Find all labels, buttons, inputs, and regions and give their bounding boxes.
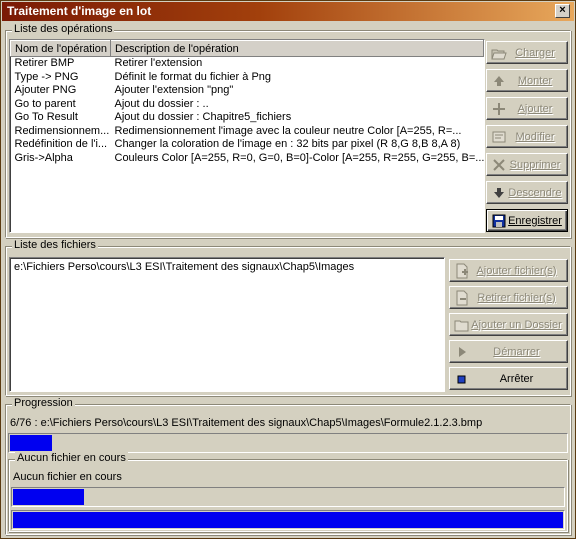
operations-header-row: Nom de l'opération Description de l'opér… [10, 40, 484, 57]
load-button[interactable]: Charger [486, 41, 568, 64]
stop-icon [454, 371, 470, 387]
operation-name-cell: Go to parent [14, 97, 76, 110]
operation-row[interactable]: Type -> PNG Définit le format du fichier … [11, 71, 484, 85]
operation-name-cell: Retirer BMP [14, 57, 75, 69]
close-icon: × [559, 4, 566, 16]
modify-button-label: Modifier [515, 130, 555, 143]
load-button-label: Charger [515, 46, 555, 59]
add-files-button-label: Ajouter fichier(s) [476, 264, 557, 277]
file-list-item[interactable]: e:\Fichiers Perso\cours\L3 ESI\Traitemen… [14, 261, 440, 273]
operation-description-cell: Ajouter l'extension "png" [114, 84, 234, 96]
overall-progress-bar [8, 433, 568, 453]
operation-row[interactable]: Retirer BMP Retirer l'extension [11, 57, 484, 71]
arrow-up-icon [491, 73, 507, 89]
operations-table: Nom de l'opération Description de l'opér… [10, 40, 484, 165]
delete-x-icon [491, 157, 507, 173]
operation-description-cell: Couleurs Color [A=255, R=0, G=0, B=0]-Co… [114, 151, 484, 164]
operation-row[interactable]: Redimensionnem... Redimensionnement l'ima… [11, 125, 484, 139]
operation-row[interactable]: Redéfinition de l'i... Changer la colorat… [11, 138, 484, 152]
title-bar[interactable]: Traitement d'image en lot × [2, 2, 574, 21]
delete-button-label: Supprimer [509, 158, 561, 171]
operation-description-cell: Changer la coloration de l'image en : 32… [114, 138, 461, 150]
move-up-button[interactable]: Monter [486, 69, 568, 92]
open-folder-icon [491, 45, 507, 61]
remove-files-button[interactable]: Retirer fichier(s) [449, 286, 568, 309]
edit-properties-icon [491, 129, 507, 145]
operation-row[interactable]: Go to parent Ajout du dossier : .. [11, 98, 484, 112]
save-button[interactable]: Enregistrer [486, 209, 568, 232]
current-file-status: Aucun fichier en cours [13, 471, 122, 483]
progress-group: Progression 6/76 : e:\Fichiers Perso\cou… [5, 397, 571, 535]
files-list[interactable]: e:\Fichiers Perso\cours\L3 ESI\Traitemen… [9, 257, 445, 392]
operation-name-cell: Go To Result [14, 111, 78, 123]
move-down-button[interactable]: Descendre [486, 181, 568, 204]
progress-status-text: 6/76 : e:\Fichiers Perso\cours\L3 ESI\Tr… [10, 417, 483, 429]
overall-progress-fill [10, 435, 53, 451]
add-files-button[interactable]: Ajouter fichier(s) [449, 259, 568, 282]
operation-description-cell: Redimensionnement l'image avec la couleu… [114, 124, 462, 137]
add-button[interactable]: Ajouter [486, 97, 568, 120]
current-file-group: Aucun fichier en cours Aucun fichier en … [8, 452, 568, 532]
step-progress-fill [13, 512, 563, 528]
stop-button[interactable]: Arrêter [449, 367, 568, 390]
add-folder-button[interactable]: Ajouter un Dossier [449, 313, 568, 336]
operations-list[interactable]: Nom de l'opération Description de l'opér… [9, 39, 485, 233]
start-button[interactable]: Démarrer [449, 340, 568, 363]
window-title: Traitement d'image en lot [7, 4, 152, 18]
remove-files-button-label: Retirer fichier(s) [477, 291, 556, 304]
progress-legend: Progression [12, 397, 75, 409]
files-legend: Liste des fichiers [12, 239, 98, 251]
operation-name-cell: Gris->Alpha [14, 151, 73, 164]
operations-group: Liste des opérations Nom de l'opération … [5, 23, 571, 238]
operation-name-cell: Redimensionnem... [14, 124, 110, 137]
modify-button[interactable]: Modifier [486, 125, 568, 148]
batch-image-window: Traitement d'image en lot × Liste des op… [0, 0, 576, 539]
column-header-name[interactable]: Nom de l'opération [10, 40, 111, 57]
delete-button[interactable]: Supprimer [486, 153, 568, 176]
operation-row[interactable]: Gris->Alpha Couleurs Color [A=255, R=0, G… [11, 152, 484, 166]
floppy-disk-icon [491, 213, 507, 229]
move-down-button-label: Descendre [508, 186, 562, 199]
close-button[interactable]: × [555, 4, 570, 18]
current-file-progress-fill [13, 489, 85, 505]
plus-icon [491, 101, 507, 117]
arrow-down-icon [491, 185, 507, 201]
add-button-label: Ajouter [517, 102, 553, 115]
operation-description-cell: Définit le format du fichier à Png [114, 70, 272, 83]
files-group: Liste des fichiers e:\Fichiers Perso\cou… [5, 239, 571, 396]
operations-legend: Liste des opérations [12, 23, 115, 35]
add-folder-button-label: Ajouter un Dossier [471, 318, 562, 331]
operation-row[interactable]: Ajouter PNG Ajouter l'extension "png" [11, 84, 484, 98]
operation-description-cell: Retirer l'extension [114, 57, 203, 69]
remove-file-icon [454, 290, 470, 306]
operation-name-cell: Ajouter PNG [14, 84, 77, 96]
column-header-description[interactable]: Description de l'opération [110, 40, 484, 57]
operation-row[interactable]: Go To Result Ajout du dossier : Chapitre5… [11, 111, 484, 125]
add-folder-icon [454, 317, 470, 333]
operation-name-cell: Redéfinition de l'i... [14, 138, 108, 150]
stop-button-label: Arrêter [499, 372, 534, 385]
operation-description-cell: Ajout du dossier : Chapitre5_fichiers [114, 111, 292, 123]
operation-name-cell: Type -> PNG [14, 70, 79, 83]
operation-description-cell: Ajout du dossier : .. [114, 97, 209, 110]
add-file-icon [454, 263, 470, 279]
start-button-label: Démarrer [493, 345, 540, 358]
current-file-progress-bar [11, 487, 565, 507]
current-file-legend: Aucun fichier en cours [15, 452, 128, 464]
play-icon [454, 344, 470, 360]
step-progress-bar [11, 510, 565, 530]
move-up-button-label: Monter [517, 74, 553, 87]
save-button-label: Enregistrer [508, 214, 562, 227]
